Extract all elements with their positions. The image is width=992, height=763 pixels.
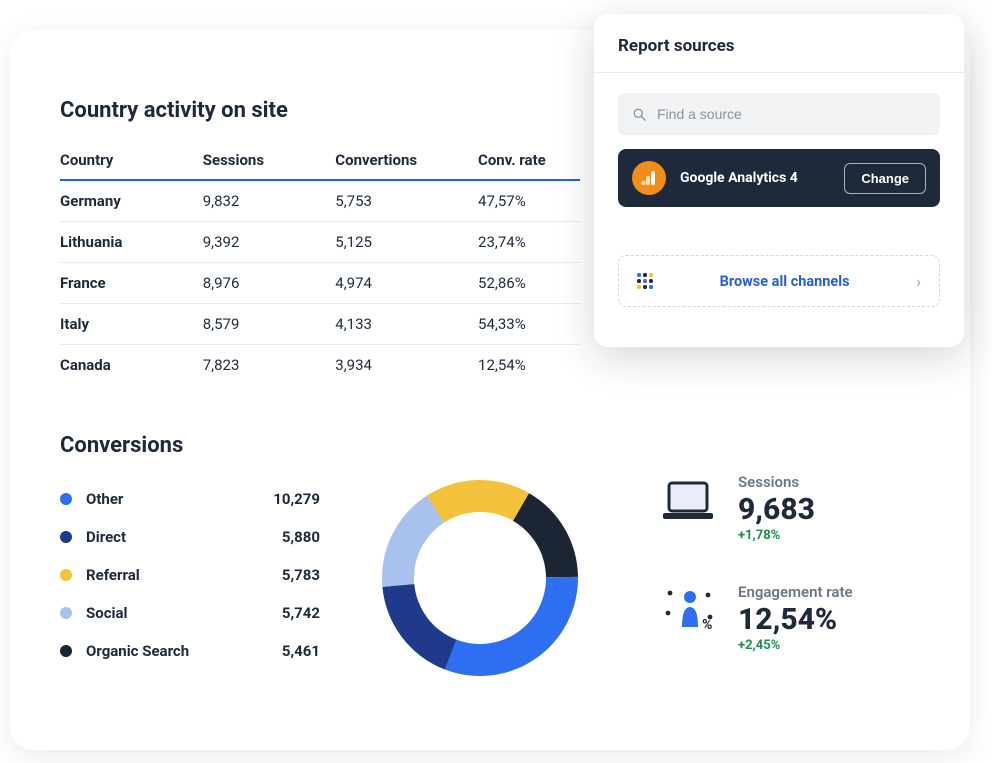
table-row: Germany9,8325,75347,57% (60, 180, 580, 222)
legend-item: Other 10,279 (60, 480, 320, 518)
cell-country: France (60, 263, 203, 304)
kpi-sessions-value: 9,683 (738, 493, 815, 526)
kpi-engagement-value: 12,54% (738, 603, 853, 636)
kpi-sessions-label: Sessions (738, 473, 815, 491)
donut-segment (445, 577, 578, 676)
kpi-block: Sessions 9,683 +1,78% % (660, 473, 853, 693)
col-conv-rate: Conv. rate (478, 141, 580, 180)
donut-segment (513, 493, 578, 577)
legend-label: Social (86, 604, 127, 622)
browse-all-channels-button[interactable]: Browse all channels › (618, 255, 940, 307)
cell-country: Italy (60, 304, 203, 345)
legend-color-dot (60, 531, 72, 543)
cell-rate: 52,86% (478, 263, 580, 304)
apps-grid-icon (637, 273, 653, 289)
legend-label: Other (86, 490, 123, 508)
cell-conversions: 4,133 (335, 304, 478, 345)
legend-value: 5,880 (282, 528, 320, 546)
cell-sessions: 8,579 (203, 304, 336, 345)
col-country: Country (60, 141, 203, 180)
legend-label: Direct (86, 528, 126, 546)
donut-segment (382, 584, 456, 670)
cell-country: Canada (60, 345, 203, 386)
legend-label: Referral (86, 566, 140, 584)
kpi-engagement: % Engagement rate 12,54% +2,45% (660, 583, 853, 653)
find-source-search[interactable] (618, 93, 940, 135)
donut-segment (427, 480, 529, 523)
cell-conversions: 4,974 (335, 263, 478, 304)
cell-sessions: 9,832 (203, 180, 336, 222)
cell-sessions: 7,823 (203, 345, 336, 386)
legend-value: 5,783 (282, 566, 320, 584)
country-table: Country Sessions Convertions Conv. rate … (60, 141, 580, 385)
kpi-engagement-label: Engagement rate (738, 583, 853, 601)
cell-conversions: 3,934 (335, 345, 478, 386)
report-sources-title: Report sources (594, 14, 964, 73)
kpi-sessions: Sessions 9,683 +1,78% (660, 473, 853, 543)
legend-item: Organic Search 5,461 (60, 632, 320, 670)
cell-rate: 12,54% (478, 345, 580, 386)
report-sources-panel: Report sources Google Analytics 4 Change (594, 14, 964, 347)
conversions-donut-chart (360, 473, 600, 683)
cell-country: Lithuania (60, 222, 203, 263)
cell-sessions: 9,392 (203, 222, 336, 263)
kpi-engagement-change: +2,45% (738, 638, 853, 653)
cell-rate: 47,57% (478, 180, 580, 222)
col-sessions: Sessions (203, 141, 336, 180)
cell-rate: 54,33% (478, 304, 580, 345)
change-source-button[interactable]: Change (844, 163, 926, 194)
kpi-sessions-change: +1,78% (738, 528, 815, 543)
donut-segment (382, 496, 444, 587)
conversions-section: Conversions Other 10,279 Direct 5,880 Referr… (60, 433, 910, 693)
source-ga4-label: Google Analytics 4 (680, 170, 830, 186)
legend-item: Social 5,742 (60, 594, 320, 632)
cell-sessions: 8,976 (203, 263, 336, 304)
legend-item: Referral 5,783 (60, 556, 320, 594)
cell-rate: 23,74% (478, 222, 580, 263)
legend-item: Direct 5,880 (60, 518, 320, 556)
cell-country: Germany (60, 180, 203, 222)
table-row: Italy8,5794,13354,33% (60, 304, 580, 345)
legend-value: 5,742 (282, 604, 320, 622)
laptop-icon (660, 473, 716, 529)
conversions-legend: Other 10,279 Direct 5,880 Referral 5,783 Socia… (60, 480, 320, 670)
legend-color-dot (60, 645, 72, 657)
table-row: Canada7,8233,93412,54% (60, 345, 580, 386)
legend-color-dot (60, 493, 72, 505)
chevron-right-icon: › (916, 272, 921, 291)
table-header-row: Country Sessions Convertions Conv. rate (60, 141, 580, 180)
table-row: Lithuania9,3925,12523,74% (60, 222, 580, 263)
person-percent-icon: % (660, 583, 716, 639)
cell-conversions: 5,125 (335, 222, 478, 263)
legend-value: 5,461 (282, 642, 320, 660)
cell-conversions: 5,753 (335, 180, 478, 222)
conversions-title: Conversions (60, 433, 320, 458)
legend-color-dot (60, 569, 72, 581)
browse-channels-label: Browse all channels (669, 273, 900, 290)
svg-text:%: % (702, 617, 712, 633)
search-icon (632, 107, 647, 122)
legend-label: Organic Search (86, 642, 189, 660)
legend-value: 10,279 (273, 490, 320, 508)
col-conversions: Convertions (335, 141, 478, 180)
find-source-input[interactable] (657, 106, 926, 122)
source-ga4-card[interactable]: Google Analytics 4 Change (618, 149, 940, 207)
table-row: France8,9764,97452,86% (60, 263, 580, 304)
legend-color-dot (60, 607, 72, 619)
google-analytics-icon (632, 161, 666, 195)
